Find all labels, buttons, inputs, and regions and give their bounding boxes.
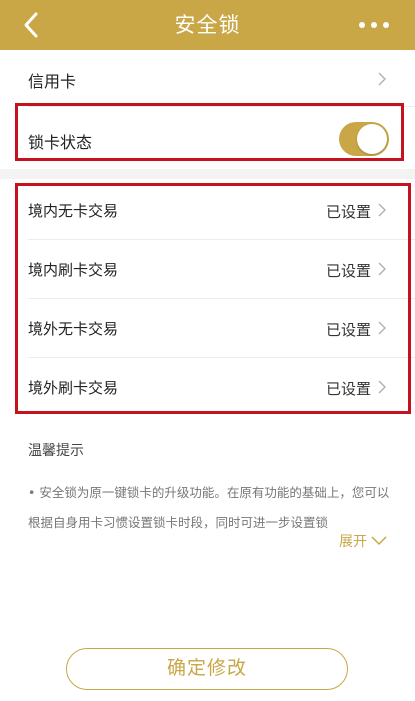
more-dots-icon <box>359 22 365 28</box>
tips-text: • 安全锁为原一键锁卡的升级功能。在原有功能的基础上，您可以根据自身用卡习惯设置… <box>28 485 390 530</box>
expand-button[interactable]: 展开 <box>339 531 387 551</box>
more-dot <box>383 22 389 28</box>
confirm-button[interactable]: 确定修改 <box>66 648 348 690</box>
highlight-box-transactions <box>15 183 411 414</box>
expand-label: 展开 <box>339 534 367 550</box>
tips-title: 温馨提示 <box>28 443 84 459</box>
highlight-box-lock-status <box>15 103 404 161</box>
more-dot <box>371 22 377 28</box>
chevron-right-icon <box>378 72 386 86</box>
app-header: 安全锁 <box>0 0 415 50</box>
section-gap <box>0 169 415 179</box>
page-title: 安全锁 <box>174 13 241 37</box>
chevron-down-icon <box>371 536 387 546</box>
more-button[interactable] <box>359 17 389 33</box>
credit-card-label: 信用卡 <box>28 72 77 91</box>
credit-card-row[interactable]: 信用卡 <box>0 50 415 106</box>
